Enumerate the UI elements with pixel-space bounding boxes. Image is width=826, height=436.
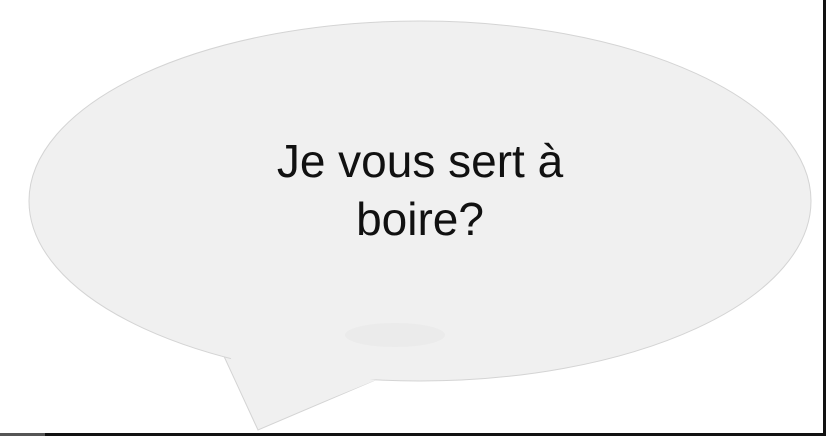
speech-line-2: boire?: [356, 193, 484, 245]
speech-line-1: Je vous sert à: [276, 135, 564, 187]
speech-bubble-text: Je vous sert à boire?: [180, 132, 660, 248]
bubble-shade: [345, 323, 445, 347]
